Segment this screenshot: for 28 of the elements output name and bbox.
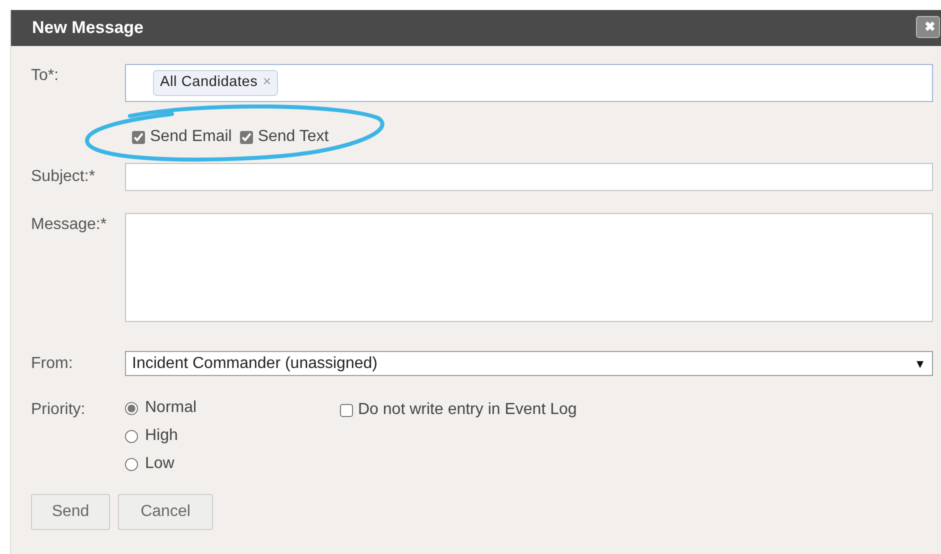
- checkbox[interactable]: [132, 130, 145, 144]
- message-field[interactable]: [125, 213, 933, 322]
- checkbox-label: Send Text: [258, 127, 329, 147]
- subject-field[interactable]: [125, 163, 933, 191]
- field-label: From:: [31, 354, 74, 374]
- remove-icon[interactable]: ×: [262, 74, 272, 90]
- radio-label: High: [145, 426, 178, 446]
- checkbox[interactable]: [240, 130, 253, 144]
- field-label: Subject:*: [31, 167, 96, 187]
- field-label: To*:: [31, 66, 60, 86]
- recipient-tag: All Candidates ×: [153, 70, 278, 96]
- radio-button[interactable]: [125, 458, 138, 470]
- checkbox-label: Do not write entry in Event Log: [358, 400, 577, 420]
- from-dropdown[interactable]: Incident Commander (unassigned) ▼: [125, 351, 933, 376]
- to-field[interactable]: All Candidates ×: [125, 64, 933, 102]
- checkbox-label: Send Email: [150, 127, 232, 147]
- field-label: Priority:: [31, 400, 86, 420]
- send-button[interactable]: Send: [31, 494, 110, 530]
- checkbox[interactable]: [340, 404, 353, 416]
- close-button[interactable]: ✖: [916, 16, 940, 38]
- radio-label: Low: [145, 454, 174, 474]
- caret-icon: ▼: [914, 354, 926, 372]
- field-label: Message:*: [31, 215, 108, 235]
- cancel-button[interactable]: Cancel: [118, 494, 213, 530]
- radio-button[interactable]: [125, 402, 138, 414]
- radio-button[interactable]: [125, 430, 138, 442]
- radio-label: Normal: [145, 398, 197, 418]
- window-title: New Message: [32, 17, 144, 40]
